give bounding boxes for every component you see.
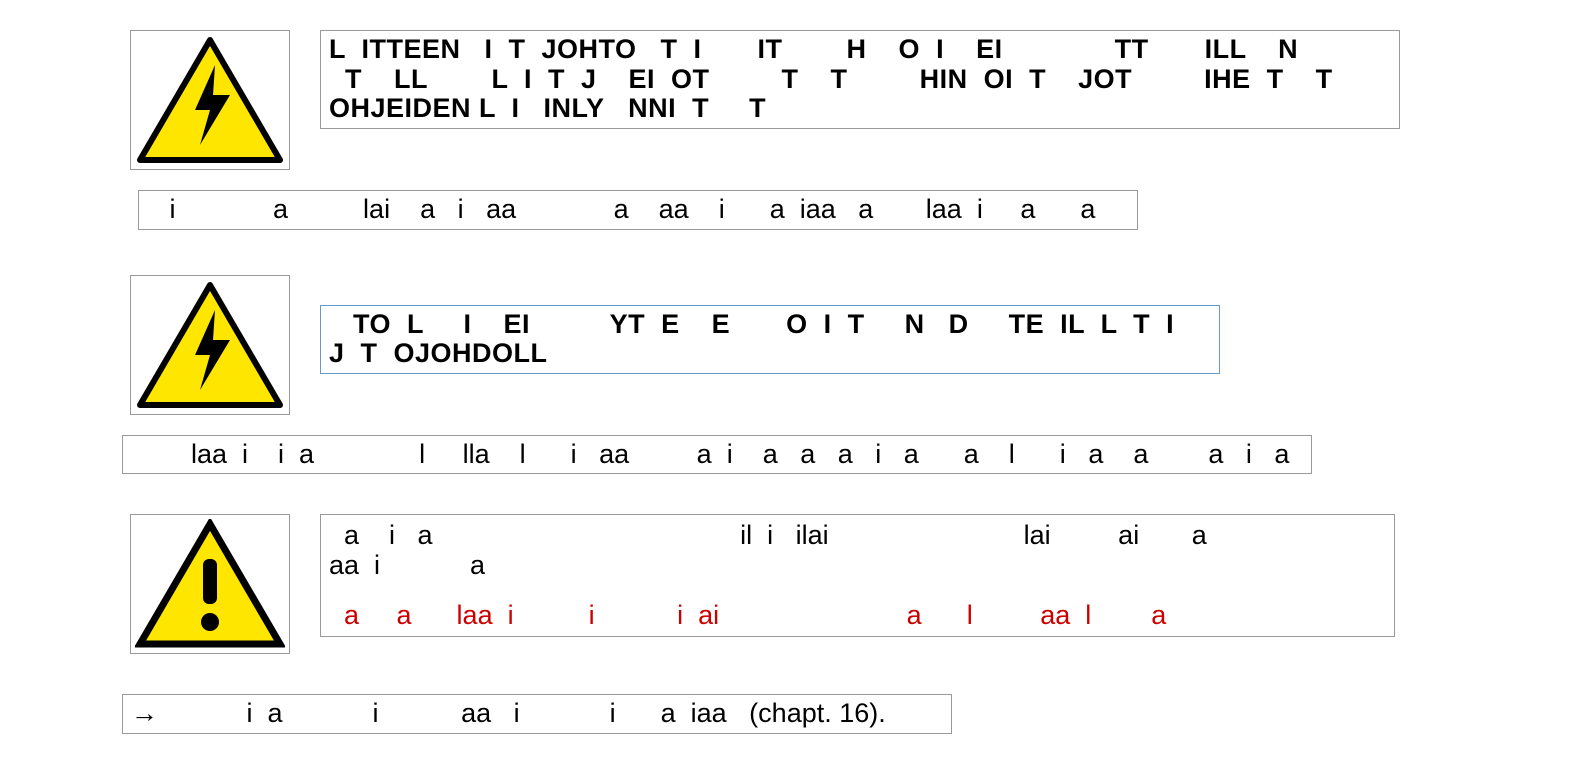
warning-text-2: TO L I EI YT E E O I T N D TE IL L T I J…: [320, 305, 1220, 374]
warning-row-2: TO L I EI YT E E O I T N D TE IL L T I J…: [130, 275, 1460, 415]
electrical-hazard-icon: [130, 30, 290, 170]
caution-text-black: a i a il i ilai lai ai a aa i a: [329, 521, 1386, 580]
warning-row-1: L ITTEEN I T JOHTO T I IT H O I EI TT IL…: [130, 30, 1460, 170]
caution-icon: [130, 514, 290, 654]
note-text-2: laa i i a l lla l i aa a i a a a i a a l…: [122, 435, 1312, 475]
note-text-1: i a lai a i aa a aa i a iaa a laa i a a: [138, 190, 1138, 230]
warning-text-1: L ITTEEN I T JOHTO T I IT H O I EI TT IL…: [320, 30, 1400, 129]
caution-text: a i a il i ilai lai ai a aa i a a a laa …: [320, 514, 1395, 637]
caution-text-red: a a laa i i i ai a l aa l a: [329, 601, 1386, 631]
electrical-hazard-icon: [130, 275, 290, 415]
reference-text: → i a i aa i i a iaa (chapt. 16).: [122, 694, 952, 734]
caution-row: a i a il i ilai lai ai a aa i a a a laa …: [130, 514, 1460, 654]
right-arrow-icon: →: [131, 699, 158, 729]
reference-text-content: i a i aa i i a iaa (chapt. 16).: [164, 699, 886, 729]
